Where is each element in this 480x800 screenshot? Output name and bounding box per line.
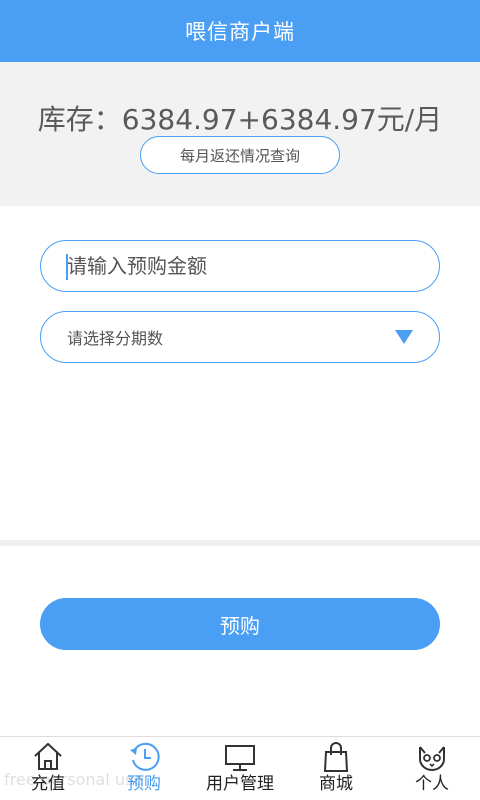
installment-select[interactable]: 请选择分期数: [40, 311, 440, 363]
tab-mall[interactable]: 商城: [288, 737, 384, 800]
text-cursor: [66, 254, 68, 280]
tab-profile-label: 个人: [415, 774, 449, 794]
title-bar: 喂信商户端: [0, 0, 480, 62]
tab-recharge[interactable]: 充值: [0, 737, 96, 800]
installment-select-label: 请选择分期数: [67, 329, 164, 348]
monitor-icon: [225, 745, 255, 771]
page-title: 喂信商户端: [185, 20, 295, 44]
prepurchase-button[interactable]: 预购: [40, 598, 440, 650]
home-icon: [34, 742, 62, 770]
amount-input[interactable]: [40, 240, 440, 292]
app-root: 喂信商户端 库存：6384.97+6384.97元/月 每月返还情况查询 请选择…: [0, 0, 480, 800]
tab-prepurchase[interactable]: 预购: [96, 737, 192, 800]
tab-profile[interactable]: 个人: [384, 737, 480, 800]
tab-user-management[interactable]: 用户管理: [192, 737, 288, 800]
stock-summary: 库存：6384.97+6384.97元/月: [37, 103, 443, 136]
stock-panel: 库存：6384.97+6384.97元/月 每月返还情况查询: [0, 62, 480, 206]
clock-icon: [130, 742, 160, 771]
tab-recharge-label: 充值: [31, 774, 65, 794]
bottom-tab-bar: 充值 预购 用户管理 商城 个人: [0, 736, 480, 800]
tab-prepurchase-label: 预购: [127, 774, 161, 794]
tab-mall-label: 商城: [319, 774, 353, 794]
section-divider: [0, 540, 480, 546]
shopping-bag-icon: [323, 742, 349, 772]
tab-user-management-label: 用户管理: [206, 774, 274, 794]
cat-face-icon: [419, 746, 445, 771]
dropdown-triangle-icon: [395, 330, 413, 344]
monthly-return-query-button[interactable]: 每月返还情况查询: [140, 136, 340, 174]
purchase-form: 请选择分期数: [0, 206, 480, 540]
